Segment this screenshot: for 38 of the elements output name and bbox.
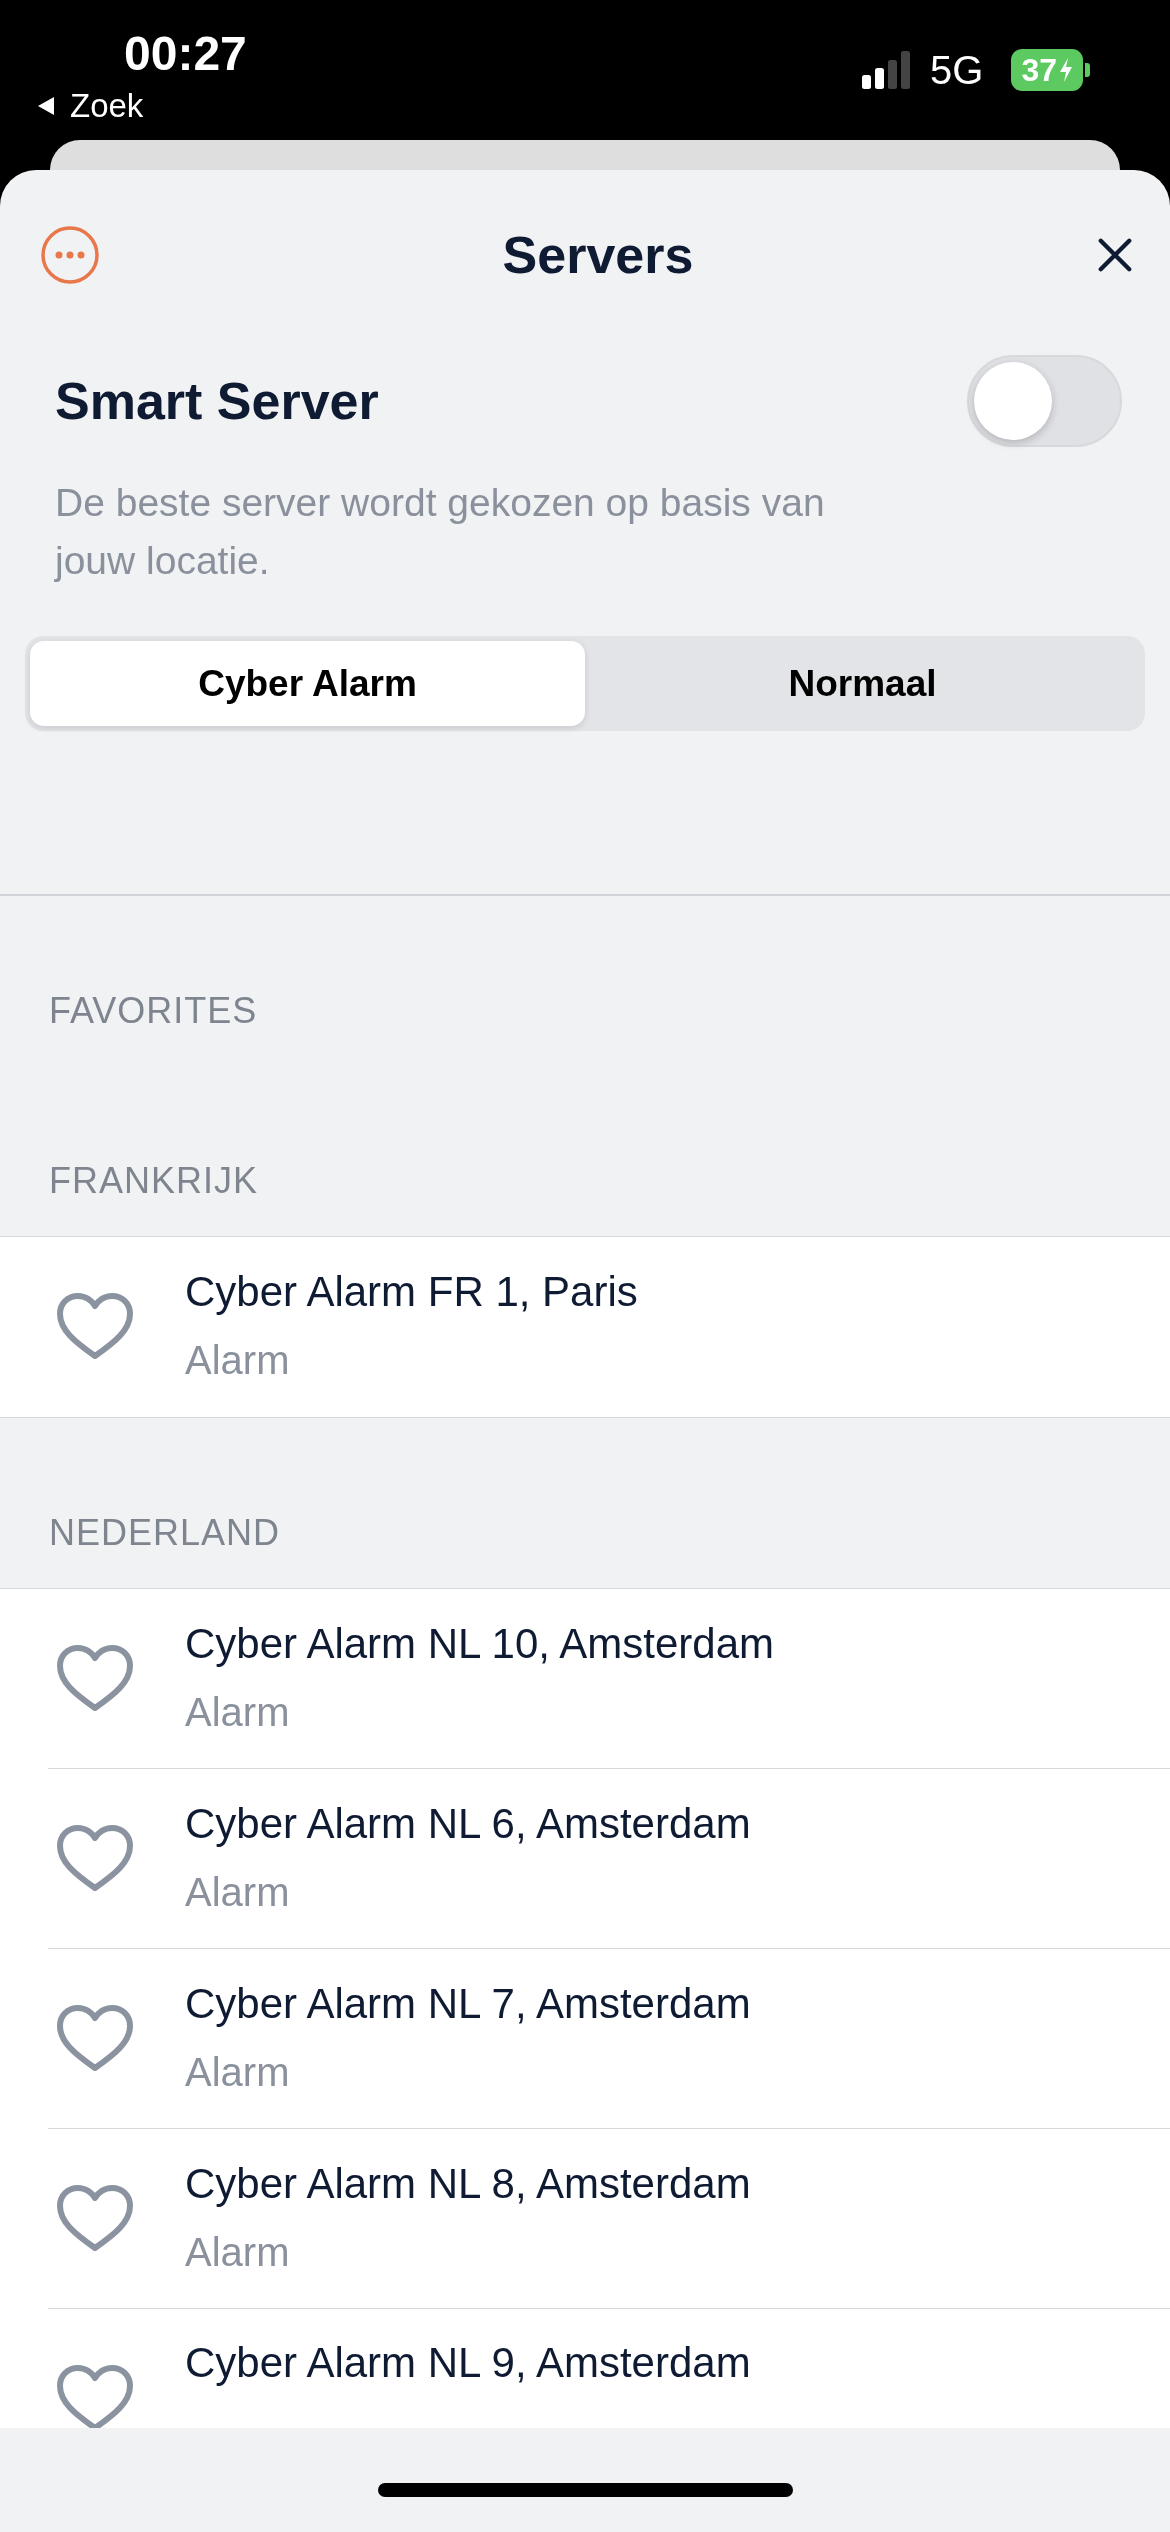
section-header: NEDERLAND bbox=[49, 1512, 281, 1554]
heart-icon[interactable] bbox=[55, 2184, 135, 2254]
server-type: Alarm bbox=[185, 1869, 291, 1915]
section-header: FRANKRIJK bbox=[49, 1160, 259, 1202]
section-header: FAVORITES bbox=[49, 990, 258, 1032]
back-triangle-icon bbox=[36, 95, 56, 117]
heart-icon[interactable] bbox=[55, 1644, 135, 1714]
back-link[interactable]: Zoek bbox=[36, 87, 247, 125]
heart-icon[interactable] bbox=[55, 1824, 135, 1894]
server-name: Cyber Alarm NL 6, Amsterdam bbox=[185, 1799, 751, 1848]
server-row[interactable]: Cyber Alarm NL 7, Amsterdam Alarm bbox=[0, 1949, 1170, 2129]
server-row[interactable]: Cyber Alarm NL 6, Amsterdam Alarm bbox=[0, 1769, 1170, 1949]
server-name: Cyber Alarm NL 9, Amsterdam bbox=[185, 2339, 751, 2387]
server-name: Cyber Alarm NL 10, Amsterdam bbox=[185, 1619, 774, 1668]
heart-icon[interactable] bbox=[55, 1292, 135, 1362]
server-name: Cyber Alarm NL 7, Amsterdam bbox=[185, 1979, 751, 2028]
close-button[interactable] bbox=[1096, 236, 1134, 274]
status-time: 00:27 bbox=[124, 26, 247, 81]
server-row[interactable]: Cyber Alarm NL 9, Amsterdam bbox=[0, 2309, 1170, 2428]
server-name: Cyber Alarm NL 8, Amsterdam bbox=[185, 2159, 751, 2208]
server-type: Alarm bbox=[185, 2229, 291, 2275]
smart-server-description: De beste server wordt gekozen op basis van jouw locatie. bbox=[55, 480, 826, 584]
server-row[interactable]: Cyber Alarm FR 1, Paris Alarm bbox=[0, 1237, 1170, 1417]
heart-icon[interactable] bbox=[55, 2004, 135, 2074]
server-type: Alarm bbox=[185, 2049, 291, 2095]
smart-server-title: Smart Server bbox=[55, 371, 379, 431]
server-type: Alarm bbox=[185, 1337, 291, 1383]
server-name: Cyber Alarm FR 1, Paris bbox=[185, 1267, 638, 1316]
network-label: 5G bbox=[930, 47, 984, 93]
more-button[interactable] bbox=[40, 225, 100, 285]
segment-tab[interactable]: Normaal bbox=[585, 641, 1140, 726]
server-row[interactable]: Cyber Alarm NL 10, Amsterdam Alarm bbox=[0, 1589, 1170, 1769]
heart-icon[interactable] bbox=[55, 2364, 135, 2428]
server-row[interactable]: Cyber Alarm NL 8, Amsterdam Alarm bbox=[0, 2129, 1170, 2309]
segment-tab[interactable]: Cyber Alarm bbox=[30, 641, 585, 726]
sheet-title: Servers bbox=[502, 225, 694, 285]
signal-icon bbox=[862, 51, 913, 89]
server-type: Alarm bbox=[185, 1689, 291, 1735]
